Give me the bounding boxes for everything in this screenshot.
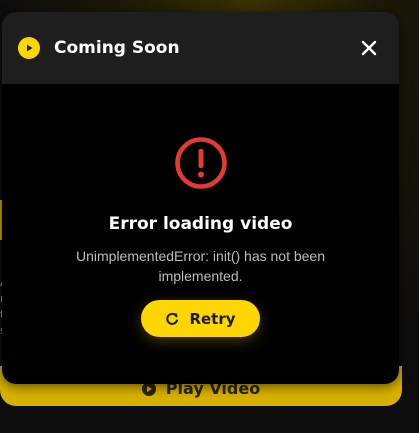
retry-button[interactable]: Retry (141, 300, 260, 337)
close-button[interactable] (357, 36, 381, 60)
app-screen: Arts Play Video Coming Soon (0, 0, 419, 433)
play-circle-icon (18, 37, 40, 59)
error-circle-icon (175, 137, 227, 189)
coming-soon-dialog: Coming Soon Error loading video Unimplem… (2, 12, 399, 384)
error-title: Error loading video (108, 214, 293, 234)
dialog-title: Coming Soon (54, 38, 180, 58)
close-icon (361, 40, 377, 56)
retry-label: Retry (189, 309, 236, 328)
refresh-icon (166, 312, 179, 325)
error-message: UnimplementedError: init() has not been … (75, 248, 325, 284)
dialog-header: Coming Soon (2, 12, 399, 84)
dialog-body: Error loading video UnimplementedError: … (2, 84, 399, 384)
